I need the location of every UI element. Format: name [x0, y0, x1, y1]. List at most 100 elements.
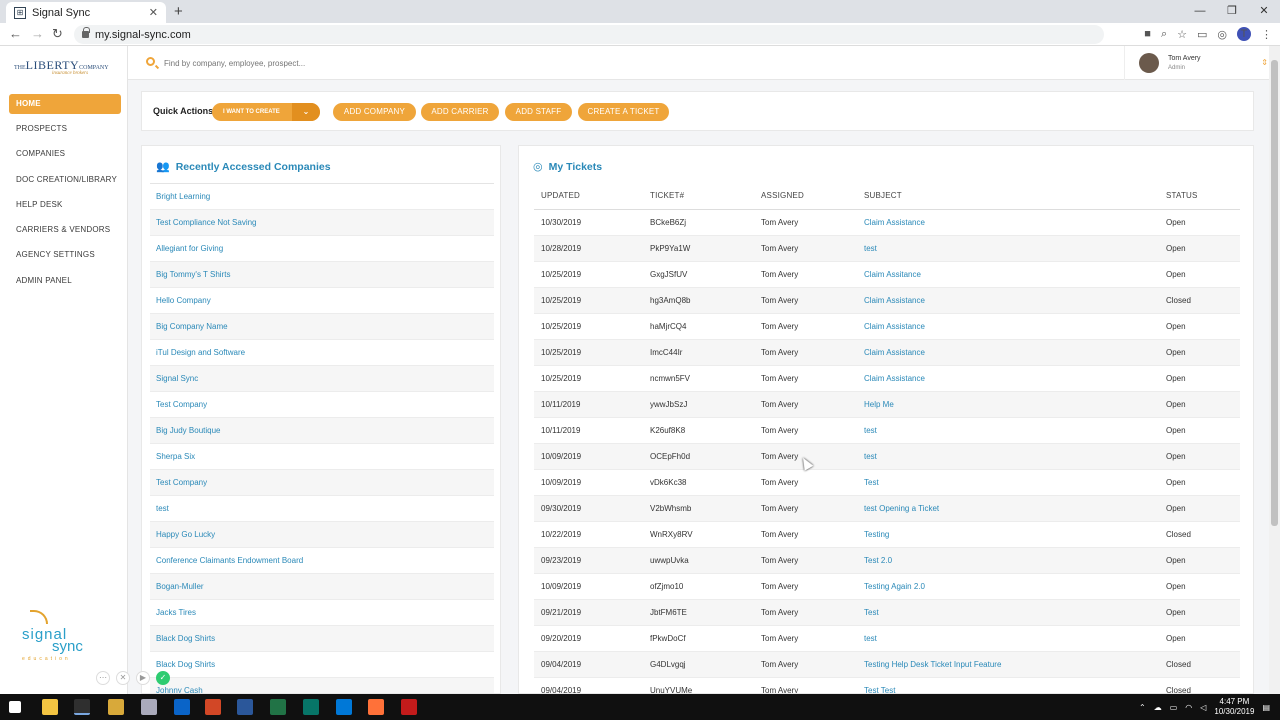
company-link[interactable]: Big Tommy's T Shirts — [150, 262, 494, 288]
ticket-subject[interactable]: Claim Assistance — [857, 339, 1159, 366]
battery-icon[interactable]: ▭ — [1170, 703, 1178, 712]
ticket-subject[interactable]: Help Me — [857, 391, 1159, 418]
search-input[interactable] — [164, 55, 864, 71]
col-status[interactable]: STATUS — [1159, 183, 1240, 210]
taskbar-clock[interactable]: 4:47 PM 10/30/2019 — [1214, 697, 1254, 717]
cloud-icon[interactable]: ☁ — [1154, 703, 1162, 712]
company-link[interactable]: Test Compliance Not Saving — [150, 210, 494, 236]
sidebar-item-admin-panel[interactable]: ADMIN PANEL — [9, 271, 121, 296]
close-window-button[interactable]: ✕ — [1248, 0, 1280, 23]
table-row[interactable]: 10/09/2019 OCEpFh0d Tom Avery test Open — [534, 443, 1240, 470]
avatar[interactable] — [1139, 53, 1159, 73]
create-dropdown[interactable]: I WANT TO CREATE ⌄ — [212, 103, 320, 121]
cast-icon[interactable]: ▭ — [1197, 28, 1207, 41]
company-link[interactable]: Big Company Name — [150, 314, 494, 340]
company-link[interactable]: Bogan-Muller — [150, 574, 494, 600]
ticket-subject[interactable]: Test — [857, 469, 1159, 496]
powerpoint-icon[interactable] — [205, 699, 221, 715]
sidebar-item-home[interactable]: HOME — [9, 94, 121, 114]
profile-avatar[interactable]: T — [1237, 27, 1251, 41]
table-row[interactable]: 10/25/2019 ncmwn5FV Tom Avery Claim Assista… — [534, 365, 1240, 392]
ticket-subject[interactable]: Test 2.0 — [857, 547, 1159, 574]
table-row[interactable]: 09/04/2019 UnuYVUMe Tom Avery Test Test Clos… — [534, 677, 1240, 693]
table-row[interactable]: 09/20/2019 fPkwDoCf Tom Avery test Open — [534, 625, 1240, 652]
more-icon[interactable]: ⋯ — [96, 671, 110, 685]
firefox-icon[interactable] — [368, 699, 384, 715]
ticket-subject[interactable]: Claim Assistance — [857, 313, 1159, 340]
sidebar-item-agency-settings[interactable]: AGENCY SETTINGS — [9, 245, 121, 270]
company-link[interactable]: Conference Claimants Endowment Board — [150, 548, 494, 574]
menu-dots-icon[interactable]: ⋮ — [1261, 28, 1272, 41]
extension-icon[interactable]: ◎ — [1217, 28, 1227, 41]
forward-arrow-icon[interactable]: → — [31, 26, 44, 41]
wifi-icon[interactable]: ◠ — [1185, 703, 1192, 712]
add-company-button[interactable]: ADD COMPANY — [333, 103, 416, 121]
col-assigned[interactable]: ASSIGNED — [754, 183, 857, 210]
company-link[interactable]: Happy Go Lucky — [150, 522, 494, 548]
col-updated[interactable]: UPDATED — [534, 183, 643, 210]
scrollbar-thumb[interactable] — [1271, 60, 1278, 526]
create-ticket-button[interactable]: CREATE A TICKET — [578, 103, 669, 121]
play-icon[interactable]: ▶ — [136, 671, 150, 685]
company-logo[interactable]: THELIBERTYCOMPANY insurance brokers — [14, 58, 114, 80]
star-icon[interactable]: ☆ — [1177, 28, 1187, 41]
chrome-icon[interactable] — [74, 699, 90, 715]
address-bar[interactable]: my.signal-sync.com — [74, 25, 1104, 44]
ticket-subject[interactable]: Test Test — [857, 677, 1159, 693]
browser-tab[interactable]: ⊞ Signal Sync ✕ — [6, 2, 166, 23]
ticket-subject[interactable]: Testing — [857, 521, 1159, 548]
back-arrow-icon[interactable]: ← — [9, 26, 22, 41]
ticket-subject[interactable]: Claim Assistance — [857, 209, 1159, 236]
windows-start-icon[interactable] — [9, 701, 21, 713]
ticket-subject[interactable]: test — [857, 443, 1159, 470]
chevron-updown-icon[interactable]: ⇕ — [1261, 58, 1268, 67]
acrobat-icon[interactable] — [401, 699, 417, 715]
chevron-up-icon[interactable]: ⌃ — [1139, 703, 1146, 712]
table-row[interactable]: 10/09/2019 vDk6Kc38 Tom Avery Test Open — [534, 469, 1240, 496]
publisher-icon[interactable] — [303, 699, 319, 715]
ticket-subject[interactable]: Testing Again 2.0 — [857, 573, 1159, 600]
sidebar-item-companies[interactable]: COMPANIES — [9, 144, 121, 169]
ticket-subject[interactable]: Claim Assistance — [857, 287, 1159, 314]
company-link[interactable]: Test Company — [150, 470, 494, 496]
table-row[interactable]: 10/28/2019 PkP9Ya1W Tom Avery test Open — [534, 235, 1240, 262]
company-link[interactable]: Signal Sync — [150, 366, 494, 392]
table-row[interactable]: 10/09/2019 ofZjmo10 Tom Avery Testing Again… — [534, 573, 1240, 600]
table-row[interactable]: 09/04/2019 G4DLvgqj Tom Avery Testing Help … — [534, 651, 1240, 678]
chevron-down-icon[interactable]: ⌄ — [292, 103, 320, 121]
sidebar-item-doc-creation[interactable]: DOC CREATION/LIBRARY — [9, 170, 121, 195]
sidebar-item-carriers-vendors[interactable]: CARRIERS & VENDORS — [9, 220, 121, 245]
ticket-subject[interactable]: test — [857, 625, 1159, 652]
volume-icon[interactable]: ◁ — [1200, 703, 1206, 712]
ticket-subject[interactable]: test — [857, 417, 1159, 444]
table-row[interactable]: 10/25/2019 hg3AmQ8b Tom Avery Claim Assista… — [534, 287, 1240, 314]
table-row[interactable]: 10/30/2019 BCkeB6Zj Tom Avery Claim Assista… — [534, 209, 1240, 236]
folder-icon[interactable] — [108, 699, 124, 715]
ticket-subject[interactable]: Claim Assitance — [857, 261, 1159, 288]
table-row[interactable]: 10/11/2019 ywwJbSzJ Tom Avery Help Me Open — [534, 391, 1240, 418]
sidebar-item-help-desk[interactable]: HELP DESK — [9, 195, 121, 220]
company-link[interactable]: Sherpa Six — [150, 444, 494, 470]
company-link[interactable]: Hello Company — [150, 288, 494, 314]
minimize-button[interactable]: — — [1184, 0, 1216, 23]
check-icon[interactable]: ✓ — [156, 671, 170, 685]
company-link[interactable]: Test Company — [150, 392, 494, 418]
ticket-subject[interactable]: Claim Assistance — [857, 365, 1159, 392]
company-link[interactable]: Allegiant for Giving — [150, 236, 494, 262]
company-link[interactable]: Bright Learning — [150, 184, 494, 210]
maximize-button[interactable]: ❐ — [1216, 0, 1248, 23]
reload-icon[interactable]: ↻ — [52, 26, 63, 42]
col-subject[interactable]: SUBJECT — [857, 183, 1159, 210]
company-link[interactable]: Jacks Tires — [150, 600, 494, 626]
cancel-record-icon[interactable]: ✕ — [116, 671, 130, 685]
outlook-icon[interactable] — [174, 699, 190, 715]
table-row[interactable]: 10/22/2019 WnRXy8RV Tom Avery Testing Closed — [534, 521, 1240, 548]
company-link[interactable]: Johnny Cash — [150, 678, 494, 693]
ticket-subject[interactable]: Test — [857, 599, 1159, 626]
table-row[interactable]: 10/25/2019 GxgJSfUV Tom Avery Claim Assitan… — [534, 261, 1240, 288]
col-ticket[interactable]: TICKET# — [643, 183, 754, 210]
company-link[interactable]: test — [150, 496, 494, 522]
company-link[interactable]: Black Dog Shirts — [150, 652, 494, 678]
company-link[interactable]: Big Judy Boutique — [150, 418, 494, 444]
table-row[interactable]: 10/25/2019 ImcC44Ir Tom Avery Claim Assista… — [534, 339, 1240, 366]
